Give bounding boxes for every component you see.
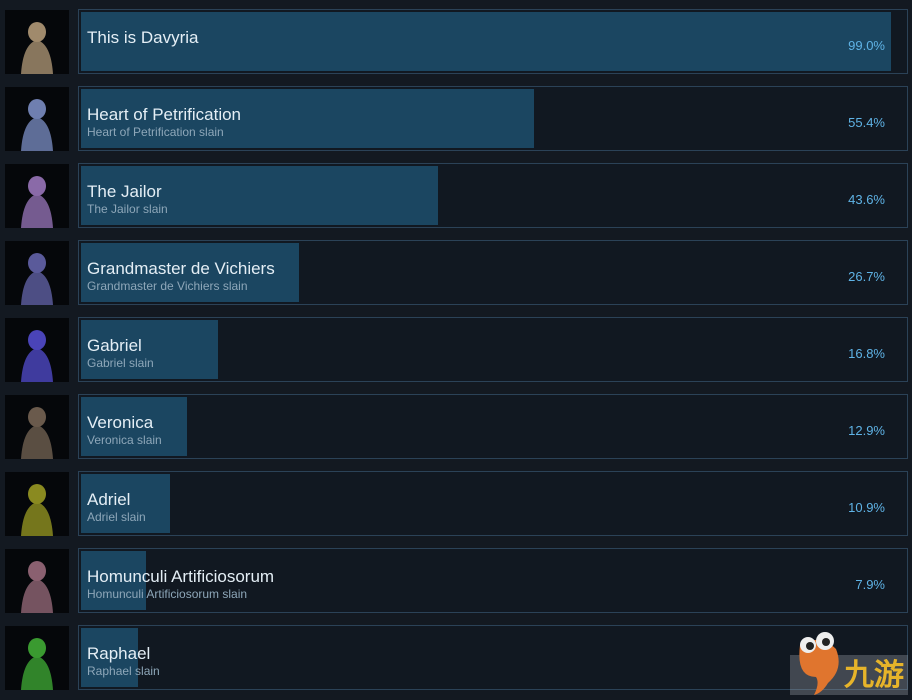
achievement-percent: 26.7% (848, 269, 885, 284)
achievement-percent: 12.9% (848, 423, 885, 438)
achievement-description: Adriel slain (87, 510, 146, 524)
achievement-row[interactable]: Grandmaster de Vichiers Grandmaster de V… (0, 240, 912, 305)
achievement-name: Grandmaster de Vichiers (87, 259, 275, 278)
achievement-progress-box: Homunculi Artificiosorum Homunculi Artif… (78, 548, 908, 613)
achievement-percent: 43.6% (848, 192, 885, 207)
achievement-row[interactable]: Homunculi Artificiosorum Homunculi Artif… (0, 548, 912, 613)
achievement-name: Gabriel (87, 336, 142, 355)
achievement-name: The Jailor (87, 182, 162, 201)
achievement-name: Homunculi Artificiosorum (87, 567, 275, 586)
achievement-description: Veronica slain (87, 433, 162, 447)
achievement-row[interactable]: Gabriel Gabriel slain 16.8% (0, 317, 912, 382)
achievement-description: Homunculi Artificiosorum slain (87, 587, 248, 601)
angel-statue-icon (5, 10, 69, 74)
achievement-name: Heart of Petrification (87, 105, 242, 124)
achievement-percent: 7.9% (855, 577, 885, 592)
achievement-name: Veronica (87, 413, 154, 432)
achievement-progress-box: Gabriel Gabriel slain 16.8% (78, 317, 908, 382)
armored-knight-icon (5, 241, 69, 305)
achievement-progress-box: The Jailor The Jailor slain 43.6% (78, 163, 908, 228)
achievement-description: The Jailor slain (87, 202, 168, 216)
achievement-percent: 55.4% (848, 115, 885, 130)
achievement-description: Raphael slain (87, 664, 160, 678)
jiuyou-logo-icon: 九游 (760, 625, 910, 695)
achievement-percent: 99.0% (848, 38, 885, 53)
homunculus-icon (5, 549, 69, 613)
achievement-percent: 10.9% (848, 500, 885, 515)
svg-text:九游: 九游 (844, 658, 904, 693)
achievement-description: Grandmaster de Vichiers slain (87, 279, 248, 293)
achievement-row[interactable]: This is Davyria 99.0% (0, 9, 912, 74)
achievement-progress-box: Heart of Petrification Heart of Petrific… (78, 86, 908, 151)
achievement-row[interactable]: The Jailor The Jailor slain 43.6% (0, 163, 912, 228)
spider-creature-icon (5, 395, 69, 459)
raphael-figure-icon (5, 626, 69, 690)
achievement-percent: 16.8% (848, 346, 885, 361)
achievement-progress-box: This is Davyria 99.0% (78, 9, 908, 74)
achievement-progress-box: Adriel Adriel slain 10.9% (78, 471, 908, 536)
jailor-monster-icon (5, 164, 69, 228)
achievement-row[interactable]: Adriel Adriel slain 10.9% (0, 471, 912, 536)
achievement-progress-box: Veronica Veronica slain 12.9% (78, 394, 908, 459)
adriel-figure-icon (5, 472, 69, 536)
gabriel-warrior-icon (5, 318, 69, 382)
achievement-description: Heart of Petrification slain (87, 125, 224, 139)
achievement-row[interactable]: Veronica Veronica slain 12.9% (0, 394, 912, 459)
achievement-row[interactable]: Heart of Petrification Heart of Petrific… (0, 86, 912, 151)
progress-bar-fill (81, 12, 891, 71)
achievement-description: Gabriel slain (87, 356, 154, 370)
achievement-name: Adriel (87, 490, 131, 509)
achievement-progress-box: Grandmaster de Vichiers Grandmaster de V… (78, 240, 908, 305)
stone-warrior-icon (5, 87, 69, 151)
achievement-name: Raphael (87, 644, 151, 663)
achievement-name: This is Davyria (87, 28, 199, 47)
